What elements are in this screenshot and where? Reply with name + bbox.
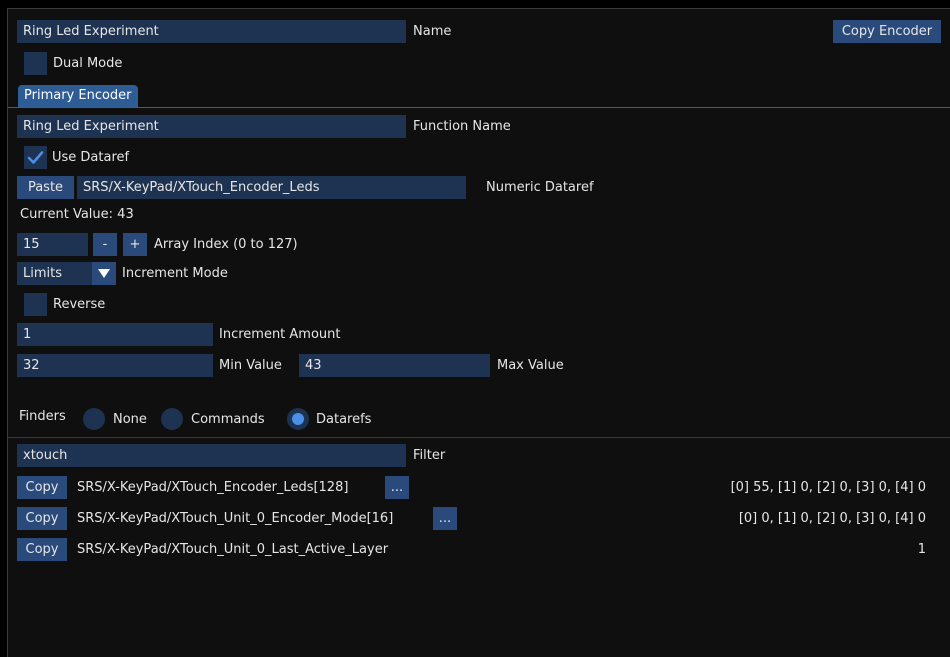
- copy-encoder-button[interactable]: Copy Encoder: [833, 20, 941, 43]
- finder-radio-datarefs[interactable]: [287, 408, 309, 430]
- name-input[interactable]: Ring Led Experiment: [17, 20, 406, 43]
- dual-mode-checkbox[interactable]: [24, 52, 47, 75]
- copy-button[interactable]: Copy: [17, 538, 67, 561]
- array-index-increment-button[interactable]: +: [123, 233, 147, 256]
- increment-mode-select[interactable]: Limits: [17, 262, 92, 285]
- dual-mode-label: Dual Mode: [53, 56, 123, 71]
- reverse-label: Reverse: [53, 297, 106, 312]
- numeric-dataref-label: Numeric Dataref: [486, 180, 594, 195]
- finder-option-label: Datarefs: [316, 412, 372, 427]
- divider: [8, 437, 950, 438]
- filter-label: Filter: [413, 448, 446, 463]
- dataref-value: [0] 0, [1] 0, [2] 0, [3] 0, [4] 0: [738, 511, 926, 526]
- dataref-name: SRS/X-KeyPad/XTouch_Unit_0_Last_Active_L…: [77, 542, 389, 557]
- max-value-input[interactable]: 43: [299, 354, 490, 377]
- use-dataref-label: Use Dataref: [52, 150, 130, 165]
- tab-underline: [8, 107, 950, 108]
- numeric-dataref-input[interactable]: SRS/X-KeyPad/XTouch_Encoder_Leds: [77, 176, 466, 199]
- copy-button[interactable]: Copy: [17, 476, 67, 499]
- tab-primary-encoder[interactable]: Primary Encoder: [18, 85, 138, 107]
- copy-button[interactable]: Copy: [17, 507, 67, 530]
- dataref-name: SRS/X-KeyPad/XTouch_Encoder_Leds[128]: [77, 480, 349, 495]
- increment-mode-label: Increment Mode: [122, 266, 228, 281]
- current-value-text: Current Value: 43: [20, 207, 134, 222]
- finders-label: Finders: [19, 409, 66, 424]
- function-name-label: Function Name: [413, 119, 511, 134]
- more-button[interactable]: ...: [433, 507, 457, 530]
- dataref-value: [0] 55, [1] 0, [2] 0, [3] 0, [4] 0: [730, 480, 926, 495]
- increment-amount-label: Increment Amount: [219, 327, 341, 342]
- finder-radio-commands[interactable]: [161, 408, 183, 430]
- array-index-decrement-button[interactable]: -: [93, 233, 117, 256]
- max-value-label: Max Value: [497, 358, 564, 373]
- name-label: Name: [413, 24, 452, 39]
- function-name-input[interactable]: Ring Led Experiment: [17, 115, 406, 138]
- finder-radio-none[interactable]: [83, 408, 105, 430]
- finder-option-label: None: [113, 412, 147, 427]
- reverse-checkbox[interactable]: [24, 293, 47, 316]
- encoder-editor-panel: Ring Led Experiment Name Copy Encoder Du…: [7, 8, 950, 657]
- finder-option-label: Commands: [191, 412, 265, 427]
- increment-amount-input[interactable]: 1: [17, 323, 213, 346]
- array-index-input[interactable]: 15: [17, 233, 88, 256]
- min-value-input[interactable]: 32: [17, 354, 213, 377]
- checkmark-icon: [27, 151, 44, 164]
- min-value-label: Min Value: [219, 358, 282, 373]
- use-dataref-checkbox[interactable]: [24, 146, 47, 169]
- more-button[interactable]: ...: [385, 476, 409, 499]
- array-index-label: Array Index (0 to 127): [154, 237, 298, 252]
- dataref-value: 1: [917, 542, 926, 557]
- dataref-name: SRS/X-KeyPad/XTouch_Unit_0_Encoder_Mode[…: [77, 511, 394, 526]
- filter-input[interactable]: xtouch: [17, 444, 406, 467]
- paste-button[interactable]: Paste: [17, 176, 74, 199]
- chevron-down-icon[interactable]: [92, 262, 116, 285]
